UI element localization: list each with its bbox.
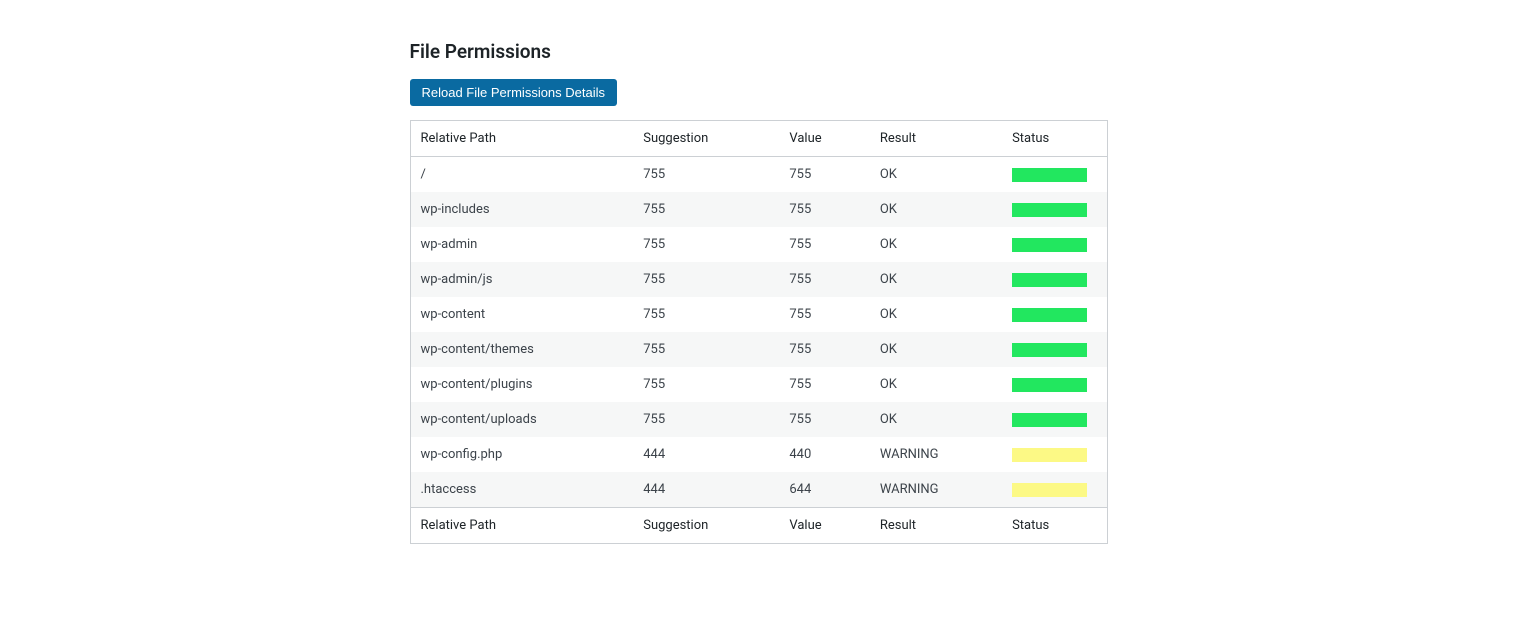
table-row: wp-admin/js755755OK xyxy=(411,262,1107,297)
cell-status xyxy=(1002,262,1106,297)
cell-path: wp-admin xyxy=(411,227,634,262)
cell-result: OK xyxy=(870,227,1002,262)
cell-status xyxy=(1002,332,1106,367)
cell-path: wp-admin/js xyxy=(411,262,634,297)
cell-value: 755 xyxy=(779,227,869,262)
col-footer-status: Status xyxy=(1002,508,1106,544)
col-header-path: Relative Path xyxy=(411,121,634,157)
cell-suggestion: 755 xyxy=(633,332,779,367)
cell-result: OK xyxy=(870,192,1002,227)
status-indicator xyxy=(1012,413,1087,427)
cell-path: wp-content/uploads xyxy=(411,402,634,437)
cell-suggestion: 755 xyxy=(633,227,779,262)
table-row: wp-includes755755OK xyxy=(411,192,1107,227)
cell-value: 755 xyxy=(779,192,869,227)
col-footer-suggestion: Suggestion xyxy=(633,508,779,544)
table-header-row: Relative Path Suggestion Value Result St… xyxy=(411,121,1107,157)
status-indicator xyxy=(1012,273,1087,287)
cell-status xyxy=(1002,157,1106,193)
table-row: /755755OK xyxy=(411,157,1107,193)
cell-suggestion: 755 xyxy=(633,367,779,402)
status-indicator xyxy=(1012,168,1087,182)
cell-result: WARNING xyxy=(870,472,1002,508)
cell-status xyxy=(1002,192,1106,227)
cell-path: wp-includes xyxy=(411,192,634,227)
cell-value: 755 xyxy=(779,402,869,437)
col-footer-value: Value xyxy=(779,508,869,544)
cell-value: 644 xyxy=(779,472,869,508)
status-indicator xyxy=(1012,343,1087,357)
cell-suggestion: 755 xyxy=(633,157,779,193)
page-title: File Permissions xyxy=(410,40,1108,63)
table-row: wp-content755755OK xyxy=(411,297,1107,332)
cell-status xyxy=(1002,227,1106,262)
cell-value: 755 xyxy=(779,332,869,367)
cell-result: OK xyxy=(870,297,1002,332)
cell-value: 440 xyxy=(779,437,869,472)
table-row: wp-config.php444440WARNING xyxy=(411,437,1107,472)
cell-suggestion: 444 xyxy=(633,437,779,472)
cell-status xyxy=(1002,437,1106,472)
cell-value: 755 xyxy=(779,367,869,402)
col-footer-path: Relative Path xyxy=(411,508,634,544)
table-row: wp-content/plugins755755OK xyxy=(411,367,1107,402)
status-indicator xyxy=(1012,238,1087,252)
col-header-suggestion: Suggestion xyxy=(633,121,779,157)
file-permissions-table: Relative Path Suggestion Value Result St… xyxy=(410,120,1108,544)
cell-path: / xyxy=(411,157,634,193)
status-indicator xyxy=(1012,378,1087,392)
cell-value: 755 xyxy=(779,262,869,297)
table-footer-row: Relative Path Suggestion Value Result St… xyxy=(411,508,1107,544)
cell-path: wp-content/plugins xyxy=(411,367,634,402)
cell-result: OK xyxy=(870,332,1002,367)
cell-suggestion: 444 xyxy=(633,472,779,508)
cell-value: 755 xyxy=(779,157,869,193)
cell-status xyxy=(1002,297,1106,332)
col-footer-result: Result xyxy=(870,508,1002,544)
cell-result: OK xyxy=(870,157,1002,193)
table-row: .htaccess444644WARNING xyxy=(411,472,1107,508)
col-header-result: Result xyxy=(870,121,1002,157)
table-row: wp-content/uploads755755OK xyxy=(411,402,1107,437)
cell-path: wp-content/themes xyxy=(411,332,634,367)
cell-suggestion: 755 xyxy=(633,262,779,297)
table-row: wp-content/themes755755OK xyxy=(411,332,1107,367)
status-indicator xyxy=(1012,448,1087,462)
status-indicator xyxy=(1012,308,1087,322)
status-indicator xyxy=(1012,483,1087,497)
status-indicator xyxy=(1012,203,1087,217)
cell-result: OK xyxy=(870,402,1002,437)
cell-result: WARNING xyxy=(870,437,1002,472)
col-header-status: Status xyxy=(1002,121,1106,157)
reload-button[interactable]: Reload File Permissions Details xyxy=(410,79,618,106)
cell-suggestion: 755 xyxy=(633,402,779,437)
cell-status xyxy=(1002,402,1106,437)
cell-suggestion: 755 xyxy=(633,192,779,227)
table-row: wp-admin755755OK xyxy=(411,227,1107,262)
cell-result: OK xyxy=(870,262,1002,297)
cell-result: OK xyxy=(870,367,1002,402)
cell-path: wp-config.php xyxy=(411,437,634,472)
cell-status xyxy=(1002,367,1106,402)
cell-path: wp-content xyxy=(411,297,634,332)
cell-value: 755 xyxy=(779,297,869,332)
cell-suggestion: 755 xyxy=(633,297,779,332)
cell-status xyxy=(1002,472,1106,508)
col-header-value: Value xyxy=(779,121,869,157)
cell-path: .htaccess xyxy=(411,472,634,508)
